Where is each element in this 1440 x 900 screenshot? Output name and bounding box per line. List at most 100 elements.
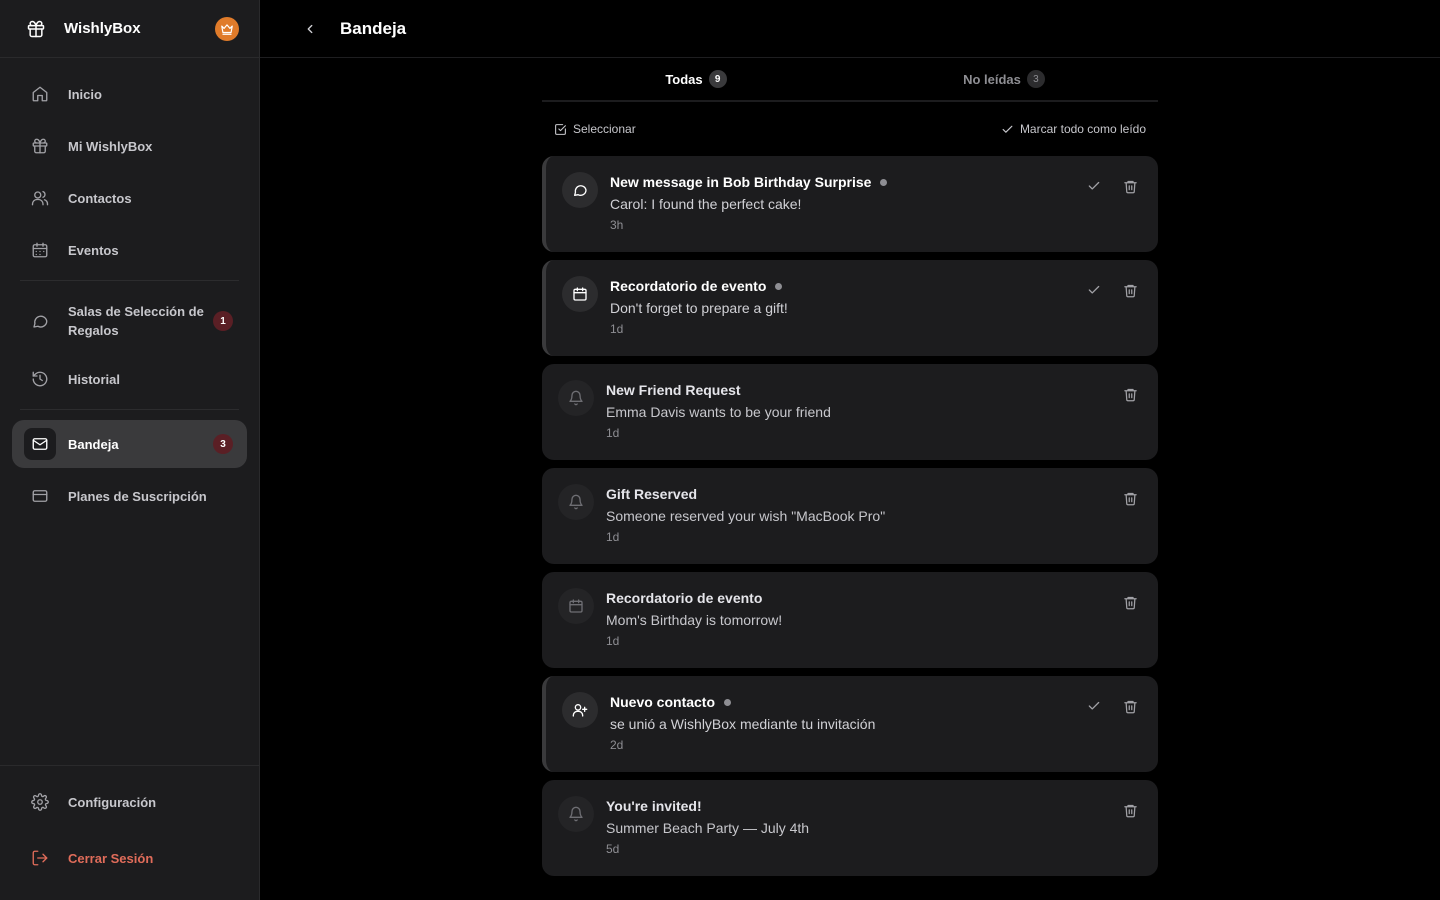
sidebar: WishlyBox Inicio Mi WishlyBox Contactos … (0, 0, 260, 900)
logout-button[interactable]: Cerrar Sesión (12, 834, 247, 882)
sidebar-divider (20, 280, 239, 281)
notification-title: New Friend Request (606, 382, 741, 398)
notification-body: Recordatorio de evento Mom's Birthday is… (606, 588, 782, 648)
notification-title: Recordatorio de evento (610, 278, 767, 294)
notification-body: New Friend Request Emma Davis wants to b… (606, 380, 831, 440)
notification-card[interactable]: You're invited! Summer Beach Party — Jul… (542, 780, 1158, 876)
sidebar-item-label: Eventos (68, 242, 119, 258)
calendar-icon (558, 588, 594, 624)
user-plus-icon (562, 692, 598, 728)
notification-card[interactable]: Recordatorio de evento Mom's Birthday is… (542, 572, 1158, 668)
gift-icon (24, 130, 56, 162)
sidebar-item-salas[interactable]: Salas de Selección de Regalos 1 (12, 291, 247, 351)
notification-title: Gift Reserved (606, 486, 698, 502)
select-button[interactable]: Seleccionar (554, 122, 636, 136)
header: Bandeja (260, 0, 1440, 58)
notification-title-row: New message in Bob Birthday Surprise (610, 172, 888, 192)
sidebar-item-eventos[interactable]: Eventos (12, 226, 247, 274)
sidebar-item-label: Bandeja (68, 436, 119, 452)
sidebar-item-historial[interactable]: Historial (12, 355, 247, 403)
sidebar-item-label: Contactos (68, 190, 132, 206)
chat-icon (24, 305, 56, 337)
delete-button[interactable] (1122, 698, 1138, 714)
unread-indicator (724, 698, 732, 706)
notification-body: Recordatorio de evento Don't forget to p… (610, 276, 788, 336)
notification-card[interactable]: Nuevo contacto se unió a WishlyBox media… (542, 676, 1158, 772)
sidebar-item-label: Mi WishlyBox (68, 138, 153, 154)
notification-actions (1086, 282, 1138, 298)
notification-badge: 3 (213, 434, 233, 454)
notification-body: Gift Reserved Someone reserved your wish… (606, 484, 885, 544)
notification-actions (1122, 490, 1138, 506)
mark-all-read-button[interactable]: Marcar todo como leído (1001, 122, 1146, 136)
sidebar-item-bandeja[interactable]: Bandeja 3 (12, 420, 247, 468)
delete-button[interactable] (1122, 386, 1138, 402)
notification-card[interactable]: Gift Reserved Someone reserved your wish… (542, 468, 1158, 564)
main-content: Bandeja Todas 9 No leídas 3 Seleccionar (260, 0, 1440, 900)
notification-message: Summer Beach Party — July 4th (606, 820, 810, 836)
notification-title: New message in Bob Birthday Surprise (610, 174, 872, 190)
notification-actions (1086, 698, 1138, 714)
delete-button[interactable] (1122, 594, 1138, 610)
unread-indicator (775, 282, 783, 290)
notification-time: 2d (610, 738, 624, 752)
credit-card-icon (24, 480, 56, 512)
mail-icon (24, 428, 56, 460)
calendar-icon (24, 234, 56, 266)
delete-button[interactable] (1122, 802, 1138, 818)
sidebar-divider (20, 409, 239, 410)
bell-icon (558, 380, 594, 416)
notification-body: New message in Bob Birthday Surprise Car… (610, 172, 888, 232)
notification-title: Recordatorio de evento (606, 590, 763, 606)
notification-title-row: Gift Reserved (606, 484, 885, 504)
notification-list: New message in Bob Birthday Surprise Car… (542, 156, 1158, 876)
notification-card[interactable]: New message in Bob Birthday Surprise Car… (542, 156, 1158, 252)
sidebar-item-label: Historial (68, 371, 121, 387)
notification-message: Emma Davis wants to be your friend (606, 404, 831, 420)
sidebar-item-label: Salas de Selección de Regalos (68, 304, 204, 338)
crown-icon[interactable] (215, 16, 239, 41)
sidebar-item-contactos[interactable]: Contactos (12, 174, 247, 222)
calendar-icon (562, 276, 598, 312)
settings-button[interactable]: Configuración (12, 778, 247, 826)
mark-read-button[interactable] (1086, 178, 1102, 194)
notification-time: 1d (606, 634, 620, 648)
notification-card[interactable]: New Friend Request Emma Davis wants to b… (542, 364, 1158, 460)
tab-count: 9 (708, 70, 727, 88)
notification-card[interactable]: Recordatorio de evento Don't forget to p… (542, 260, 1158, 356)
sidebar-item-inicio[interactable]: Inicio (12, 70, 247, 118)
bell-icon (558, 484, 594, 520)
notification-title: Nuevo contacto (610, 694, 716, 710)
gift-logo-icon (24, 17, 48, 41)
delete-button[interactable] (1122, 282, 1138, 298)
sidebar-nav: Inicio Mi WishlyBox Contactos Eventos Sa… (0, 58, 259, 524)
back-button[interactable] (300, 19, 320, 39)
mark-read-button[interactable] (1086, 282, 1102, 298)
tab-no-leidas[interactable]: No leídas 3 (850, 58, 1158, 100)
delete-button[interactable] (1122, 490, 1138, 506)
sidebar-item-label: Inicio (68, 86, 102, 102)
logout-icon (24, 842, 56, 874)
chat-bubble-icon (562, 172, 598, 208)
sidebar-item-mi-wishlybox[interactable]: Mi WishlyBox (12, 122, 247, 170)
page-title: Bandeja (340, 18, 407, 38)
delete-button[interactable] (1122, 178, 1138, 194)
tab-label: Todas (665, 71, 703, 87)
tab-count: 3 (1026, 70, 1045, 88)
mark-read-button[interactable] (1086, 698, 1102, 714)
checkbox-icon (555, 123, 566, 135)
notification-message: Someone reserved your wish "MacBook Pro" (606, 508, 886, 524)
inbox-tabs: Todas 9 No leídas 3 (542, 58, 1158, 102)
notification-body: You're invited! Summer Beach Party — Jul… (606, 796, 809, 856)
bell-icon (558, 796, 594, 832)
notification-title-row: Recordatorio de evento (606, 588, 782, 608)
notification-title-row: New Friend Request (606, 380, 831, 400)
sidebar-item-label: Planes de Suscripción (68, 488, 207, 504)
notification-title-row: Nuevo contacto (610, 692, 875, 712)
select-label: Seleccionar (573, 122, 636, 136)
notification-time: 5d (606, 842, 620, 856)
tab-todas[interactable]: Todas 9 (542, 58, 850, 100)
sidebar-item-planes[interactable]: Planes de Suscripción (12, 472, 247, 520)
users-icon (24, 182, 56, 214)
notification-message: Carol: I found the perfect cake! (610, 196, 802, 212)
